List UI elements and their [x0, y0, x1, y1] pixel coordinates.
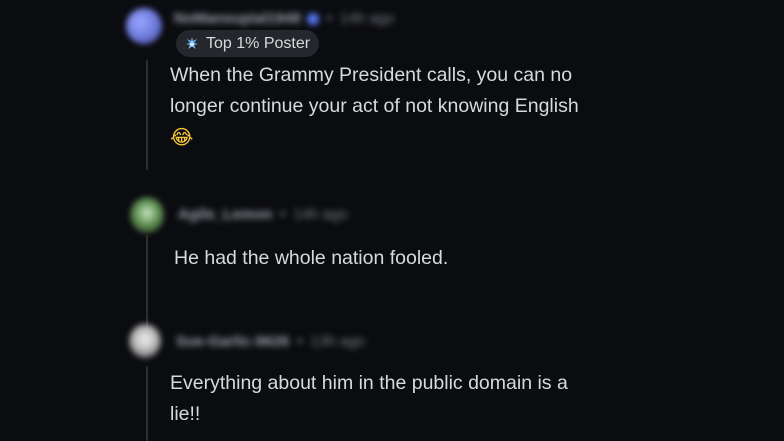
avatar[interactable]: [126, 8, 162, 44]
avatar[interactable]: [130, 197, 164, 233]
thread-line: [146, 366, 148, 441]
thread-line: [146, 60, 148, 170]
verified-icon: [306, 13, 319, 26]
thread-line: [146, 235, 148, 330]
separator-dot: •: [297, 333, 303, 350]
comment-line: He had the whole nation fooled.: [174, 247, 449, 269]
comment-line: lie!!: [170, 403, 201, 425]
comment-body: He had the whole nation fooled.: [174, 243, 448, 274]
sparkle-flame-icon: [186, 36, 198, 49]
timestamp: 13h ago: [310, 333, 365, 350]
badge-label: Top 1% Poster: [206, 34, 311, 52]
comment-body: When the Grammy President calls, you can…: [170, 60, 579, 153]
comment-line: Everything about him in the public domai…: [170, 372, 568, 394]
comment-meta: NoMansupial1948 • 14h ago: [174, 10, 394, 27]
timestamp: 14h ago: [339, 10, 395, 27]
username[interactable]: Sue-Garlic-9626: [176, 333, 289, 350]
username[interactable]: NoMansupial1948: [174, 10, 301, 27]
separator-dot: •: [280, 206, 286, 223]
separator-dot: •: [326, 10, 332, 27]
comment-line: longer continue your act of not knowing …: [170, 95, 579, 117]
top-poster-badge: Top 1% Poster: [176, 30, 320, 57]
comment-line: When the Grammy President calls, you can…: [170, 64, 573, 86]
laughing-tears-emoji-icon: 😂: [170, 125, 194, 149]
username[interactable]: Agile_Lemon: [178, 206, 272, 223]
comment-meta: Sue-Garlic-9626 • 13h ago: [176, 333, 365, 350]
avatar[interactable]: [129, 324, 161, 358]
timestamp: 14h ago: [293, 206, 348, 223]
comment-body: Everything about him in the public domai…: [170, 368, 568, 430]
comment-meta: Agile_Lemon • 14h ago: [178, 206, 348, 223]
